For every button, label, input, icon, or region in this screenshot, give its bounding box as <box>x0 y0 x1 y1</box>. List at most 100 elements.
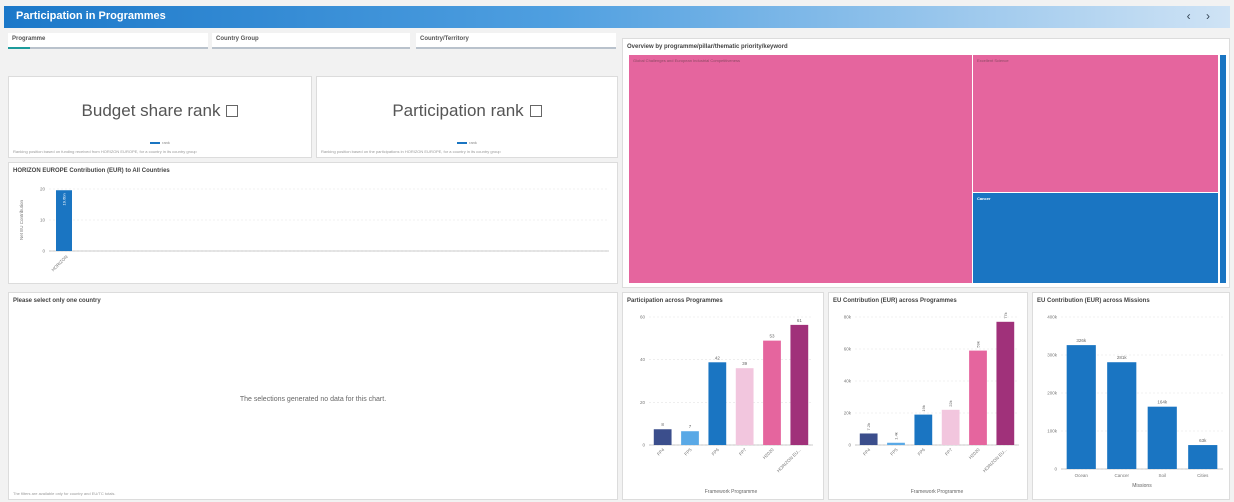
y-tick-label: 20 <box>40 187 46 192</box>
x-tick-label: FP7 <box>738 447 748 457</box>
participation-programmes-chart[interactable]: Participation across Programmes 0 20 40 60 8… <box>622 292 824 500</box>
data-label: 61 <box>797 318 803 323</box>
x-tick-label: FP4 <box>656 447 666 457</box>
x-tick-label: FP5 <box>683 447 693 457</box>
data-label: 164k <box>1157 400 1168 405</box>
treemap-scrollbar[interactable] <box>1220 55 1226 283</box>
data-label: 19k <box>921 405 926 411</box>
horizon-contribution-chart[interactable]: HORIZON EUROPE Contribution (EUR) to All… <box>8 162 618 284</box>
bar-fp5 <box>887 442 905 445</box>
y-tick-label: 0 <box>42 249 45 254</box>
dashboard-title-bar: Participation in Programmes ‹ › <box>4 6 1230 28</box>
y-tick-label: 80k <box>844 315 852 320</box>
x-tick-label: Ocean <box>1075 473 1089 478</box>
programme-treemap[interactable]: Overview by programme/pillar/thematic pr… <box>622 38 1230 288</box>
sheet-navigation: ‹ › <box>1187 9 1216 23</box>
data-label: 326k <box>1076 338 1087 343</box>
data-label: 59k <box>976 341 981 347</box>
participation-programmes-canvas: 0 20 40 60 8 FP4 7 FP5 42 FP6 39 FP7 53 H2020 61 HORIZO… <box>640 315 813 495</box>
x-tick-label: FP6 <box>711 447 721 457</box>
bar-soil <box>1147 406 1177 469</box>
contribution-programmes-canvas: 0 20k 40k 60k 80k 7.2k FP4 1.4k FP5 19k FP6 22k FP7 5… <box>844 312 1019 495</box>
data-label: 63k <box>1199 438 1207 443</box>
budget-rank-note: Ranking position based on funding receiv… <box>13 149 197 154</box>
bar-fp4 <box>653 429 672 445</box>
y-tick-label: 300k <box>1047 353 1058 358</box>
filter-country-group[interactable]: Country Group <box>212 33 410 49</box>
bar-fp6 <box>914 414 933 445</box>
previous-sheet-icon[interactable]: ‹ <box>1187 9 1197 23</box>
y-tick-label: 0 <box>848 443 851 448</box>
y-tick-label: 40k <box>844 379 852 384</box>
y-tick-label: 0 <box>1054 467 1057 472</box>
data-label: 42 <box>715 355 721 360</box>
x-tick-label: FP5 <box>889 447 899 457</box>
bar-fp7 <box>941 409 960 445</box>
bar-fp7 <box>735 368 754 445</box>
filter-country-territory-label: Country/Territory <box>420 36 469 42</box>
page-title: Participation in Programmes <box>16 10 166 22</box>
data-label: 39 <box>742 361 748 366</box>
budget-share-rank-kpi[interactable]: Budget share rank rank Ranking position … <box>8 76 312 158</box>
contribution-programmes-chart[interactable]: EU Contribution (EUR) across Programmes … <box>828 292 1028 500</box>
budget-share-rank-title: Budget share rank <box>81 101 221 120</box>
treemap-cell-excellent-science[interactable]: Excellent Science <box>973 55 1218 192</box>
y-axis-title: Net EU Contribution <box>19 199 24 240</box>
y-tick-label: 10 <box>40 218 46 223</box>
data-label: 53 <box>769 334 775 339</box>
x-tick-label: H2020 <box>968 447 981 460</box>
bar-ocean <box>1066 345 1096 469</box>
x-tick-label: HORIZON <box>50 254 68 272</box>
x-tick-label: FP7 <box>944 447 954 457</box>
external-link-icon[interactable] <box>529 105 542 117</box>
filter-programme[interactable]: Programme <box>8 33 208 49</box>
y-tick-label: 20k <box>844 411 852 416</box>
data-label: 7.2k <box>866 423 871 431</box>
treemap-cell-global-challenges[interactable]: Global Challenges and European Industria… <box>629 55 972 283</box>
external-link-icon[interactable] <box>226 105 239 117</box>
x-tick-label: HORIZON EU... <box>776 447 802 473</box>
panel-footnote: The filters are available only for count… <box>13 491 116 496</box>
no-data-message: The selections generated no data for thi… <box>239 396 387 403</box>
x-tick-label: Cancer <box>1114 473 1129 478</box>
bar-cities <box>1188 445 1218 469</box>
filter-programme-label: Programme <box>12 36 46 42</box>
bar-h2020 <box>969 350 987 445</box>
x-axis-title: Framework Programme <box>911 489 964 495</box>
country-chart-panel[interactable]: Please select only one country The selec… <box>8 292 618 500</box>
y-tick-label: 60 <box>640 315 646 320</box>
bar-fp6 <box>708 362 727 445</box>
filter-country-group-label: Country Group <box>216 36 259 42</box>
x-tick-label: FP6 <box>917 447 927 457</box>
data-label: 77k <box>1003 312 1008 318</box>
x-tick-label: Cities <box>1197 473 1209 478</box>
contribution-missions-chart[interactable]: EU Contribution (EUR) across Missions 01… <box>1032 292 1230 500</box>
x-tick-label: HORIZON EU... <box>982 447 1008 473</box>
bar-fp4 <box>859 433 878 445</box>
x-axis-title: Missions <box>1132 483 1152 489</box>
data-label: 22k <box>948 400 953 406</box>
contribution-chart-canvas: 0 10 20 Net EU Contribution 19.6bn HORIZON <box>19 187 609 272</box>
x-tick-label: H2020 <box>762 447 775 460</box>
filter-country-territory[interactable]: Country/Territory <box>416 33 616 49</box>
y-tick-label: 200k <box>1047 391 1058 396</box>
filter-selected-indicator <box>8 47 30 49</box>
treemap-cell-cancer[interactable]: Cancer <box>973 193 1218 283</box>
y-tick-label: 20 <box>640 400 646 405</box>
x-tick-label: Soil <box>1158 473 1166 478</box>
x-axis-title: Framework Programme <box>705 489 758 495</box>
next-sheet-icon[interactable]: › <box>1206 9 1216 23</box>
participation-rank-kpi[interactable]: Participation rank rank Ranking position… <box>316 76 618 158</box>
data-label: 7 <box>689 424 692 429</box>
data-label: 1.4k <box>894 432 899 440</box>
bar-fp5 <box>681 431 699 445</box>
bar-horizon-eu- <box>790 324 809 445</box>
y-tick-label: 0 <box>642 443 645 448</box>
participation-rank-note: Ranking position based on the participat… <box>321 149 501 154</box>
chart-title: Please select only one country <box>13 298 101 304</box>
bar-h2020 <box>763 340 781 445</box>
x-tick-label: FP4 <box>862 447 872 457</box>
y-tick-label: 400k <box>1047 315 1058 320</box>
bar-cancer <box>1107 362 1137 469</box>
bar-horizon-eu- <box>996 321 1015 445</box>
